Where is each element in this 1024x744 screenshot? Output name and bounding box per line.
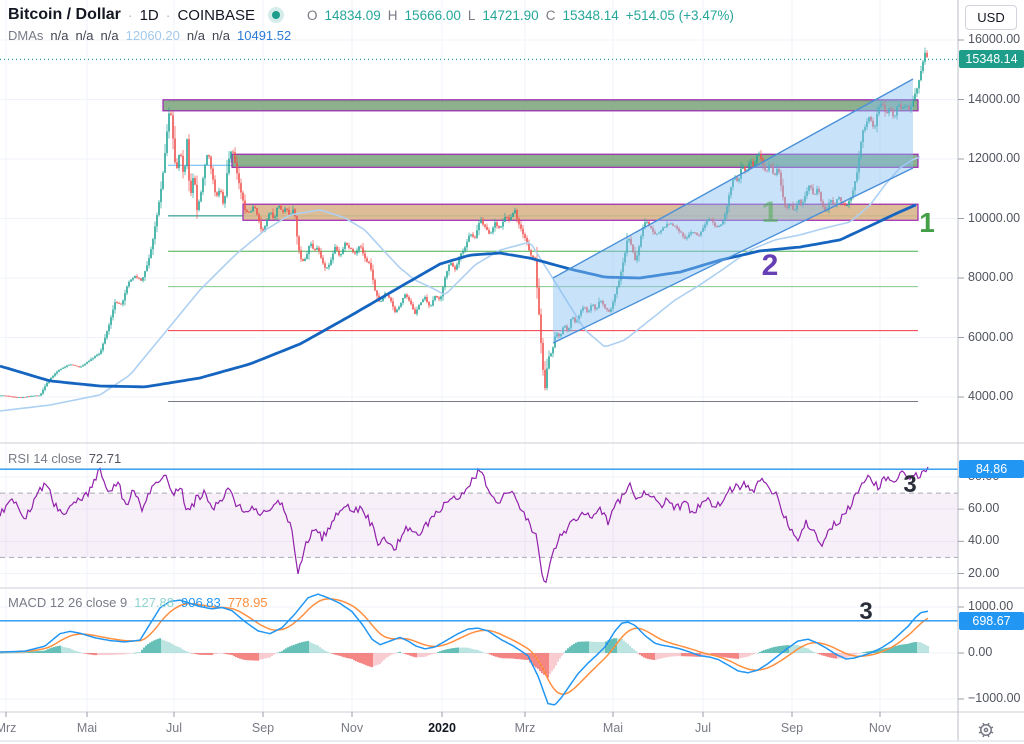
rsi-axis-label: 20.00 bbox=[968, 566, 999, 580]
time-axis-label: 2020 bbox=[428, 721, 456, 735]
dma-4: 12060.20 bbox=[126, 28, 180, 43]
market-status-icon bbox=[268, 7, 284, 23]
dma-legend[interactable]: DMAs n/a n/a n/a 12060.20 n/a n/a 10491.52 bbox=[8, 28, 291, 43]
price-axis-label: 16000.00 bbox=[968, 32, 1020, 46]
dma-label: DMAs bbox=[8, 28, 43, 43]
open-value: 14834.09 bbox=[324, 8, 380, 23]
rsi-value-badge: 84.86 bbox=[959, 460, 1024, 478]
macd-axis-label: −1000.00 bbox=[968, 691, 1020, 705]
dma-3: n/a bbox=[101, 28, 119, 43]
time-axis-label: Mrz bbox=[515, 721, 536, 735]
macd-label-3[interactable]: 3 bbox=[859, 600, 872, 624]
macd-indicator-legend[interactable]: MACD 12 26 close 9 127.88 906.83 778.95 bbox=[8, 595, 268, 610]
wave-label-1-faded[interactable]: 1 bbox=[762, 198, 779, 228]
time-axis-label: Mrz bbox=[0, 721, 16, 735]
low-value: 14721.90 bbox=[482, 8, 538, 23]
wave-label-2[interactable]: 2 bbox=[762, 251, 779, 281]
high-label: H bbox=[388, 8, 398, 23]
macd-hist-value: 127.88 bbox=[134, 595, 174, 610]
dma-5: n/a bbox=[187, 28, 205, 43]
rsi-label: RSI 14 close bbox=[8, 451, 82, 466]
rsi-label-3[interactable]: 3 bbox=[903, 473, 916, 497]
macd-signal-value: 778.95 bbox=[228, 595, 268, 610]
interval-value[interactable]: 1D bbox=[140, 7, 159, 24]
price-axis-label: 6000.00 bbox=[968, 330, 1013, 344]
last-price-badge: 15348.14 bbox=[959, 50, 1024, 68]
dma-6: n/a bbox=[212, 28, 230, 43]
time-axis-label: Nov bbox=[341, 721, 363, 735]
open-label: O bbox=[307, 8, 318, 23]
legend-separator: · bbox=[166, 7, 171, 23]
symbol-name[interactable]: Bitcoin / Dollar bbox=[8, 6, 121, 24]
high-value: 15666.00 bbox=[405, 8, 461, 23]
ohlc-values: O 14834.09 H 15666.00 L 14721.90 C 15348.14 +514… bbox=[307, 8, 734, 23]
low-label: L bbox=[468, 8, 476, 23]
chart-window: Bitcoin / Dollar · 1D · COINBASE O 14834.… bbox=[0, 0, 1024, 744]
time-axis-label: Jul bbox=[166, 721, 182, 735]
dma-1: n/a bbox=[50, 28, 68, 43]
dma-7: 10491.52 bbox=[237, 28, 291, 43]
price-axis-label: 4000.00 bbox=[968, 389, 1013, 403]
price-axis-label: 12000.00 bbox=[968, 151, 1020, 165]
time-axis-label: Jul bbox=[695, 721, 711, 735]
dma-2: n/a bbox=[75, 28, 93, 43]
macd-label: MACD 12 26 close 9 bbox=[8, 595, 127, 610]
time-axis-label: Nov bbox=[869, 721, 891, 735]
price-axis-label: 14000.00 bbox=[968, 92, 1020, 106]
exchange-name: COINBASE bbox=[177, 7, 255, 24]
close-label: C bbox=[546, 8, 556, 23]
wave-label-1[interactable]: 1 bbox=[919, 209, 935, 237]
symbol-legend[interactable]: Bitcoin / Dollar · 1D · COINBASE O 14834.… bbox=[8, 5, 734, 25]
macd-axis-label: 1000.00 bbox=[968, 599, 1013, 613]
time-axis-label: Mai bbox=[77, 721, 97, 735]
time-axis-label: Sep bbox=[781, 721, 803, 735]
currency-toggle-button[interactable]: USD bbox=[965, 5, 1017, 30]
change-value: +514.05 (+3.47%) bbox=[626, 8, 734, 23]
rsi-axis-label: 40.00 bbox=[968, 533, 999, 547]
rsi-axis-label: 60.00 bbox=[968, 501, 999, 515]
macd-axis-label: 0.00 bbox=[968, 645, 992, 659]
settings-gear-icon[interactable] bbox=[976, 720, 996, 740]
price-axis-label: 8000.00 bbox=[968, 270, 1013, 284]
rsi-indicator-legend[interactable]: RSI 14 close 72.71 bbox=[8, 451, 121, 466]
price-axis-label: 10000.00 bbox=[968, 211, 1020, 225]
legend-separator: · bbox=[128, 7, 133, 23]
chart-canvas[interactable] bbox=[0, 0, 1024, 744]
time-axis-label: Mai bbox=[603, 721, 623, 735]
time-axis-label: Sep bbox=[252, 721, 274, 735]
rsi-value: 72.71 bbox=[89, 451, 122, 466]
close-value: 15348.14 bbox=[562, 8, 618, 23]
macd-line-value: 906.83 bbox=[181, 595, 221, 610]
macd-value-badge: 698.67 bbox=[959, 612, 1024, 630]
